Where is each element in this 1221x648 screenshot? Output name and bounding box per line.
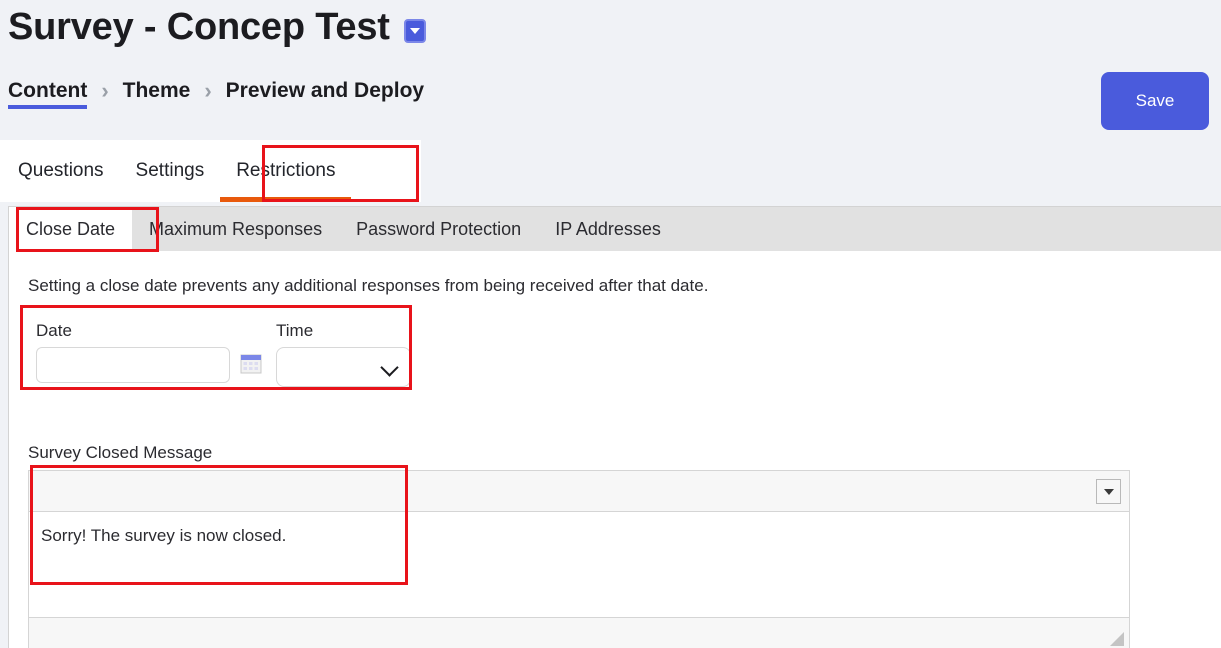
time-select[interactable] <box>276 347 411 387</box>
caret-down-icon[interactable] <box>403 18 426 43</box>
date-time-group: Date Time <box>23 315 413 400</box>
restrictions-panel: Close Date Maximum Responses Password Pr… <box>8 206 1221 648</box>
app-root: Survey - Concep Test Content › Theme › P… <box>0 0 1221 648</box>
breadcrumb-item-theme[interactable]: Theme <box>123 79 191 109</box>
survey-closed-message-editor: Sorry! The survey is now closed. <box>28 470 1130 648</box>
save-button[interactable]: Save <box>1101 72 1209 130</box>
editor-content-area[interactable]: Sorry! The survey is now closed. <box>29 512 1129 617</box>
title-row: Survey - Concep Test <box>8 6 426 49</box>
close-date-description: Setting a close date prevents any additi… <box>28 276 709 295</box>
date-label: Date <box>36 321 72 340</box>
editor-toolbar <box>29 471 1129 512</box>
subtab-maximum-responses[interactable]: Maximum Responses <box>132 207 339 251</box>
breadcrumb-separator: › <box>101 78 109 103</box>
breadcrumb-item-content[interactable]: Content <box>8 79 88 109</box>
chevron-down-icon <box>380 358 399 377</box>
subtab-password-protection[interactable]: Password Protection <box>339 207 538 251</box>
restrictions-subtab-bar: Close Date Maximum Responses Password Pr… <box>9 207 1221 251</box>
primary-tab-bar: Questions Settings Restrictions <box>0 140 421 202</box>
editor-toolbar-caret-down-icon[interactable] <box>1096 479 1121 504</box>
time-label: Time <box>276 321 314 340</box>
breadcrumb-separator: › <box>204 78 212 103</box>
breadcrumb: Content › Theme › Preview and Deploy <box>8 78 424 110</box>
editor-status-bar <box>29 617 1129 648</box>
close-date-panel-body: Setting a close date prevents any additi… <box>9 251 1221 648</box>
resize-grip-icon[interactable] <box>1110 632 1124 646</box>
caret-down-glyph <box>1103 488 1114 495</box>
tab-restrictions[interactable]: Restrictions <box>220 140 352 202</box>
calendar-icon[interactable] <box>240 353 262 375</box>
caret-down-glyph <box>409 27 420 34</box>
tab-settings[interactable]: Settings <box>120 140 221 202</box>
subtab-ip-addresses[interactable]: IP Addresses <box>538 207 678 251</box>
page-header: Survey - Concep Test Content › Theme › P… <box>0 0 1221 140</box>
tab-questions[interactable]: Questions <box>0 140 120 202</box>
breadcrumb-item-preview-and-deploy[interactable]: Preview and Deploy <box>226 79 424 109</box>
date-input[interactable] <box>36 347 230 383</box>
subtab-close-date[interactable]: Close Date <box>9 207 133 251</box>
page-title: Survey - Concep Test <box>8 6 390 48</box>
survey-closed-message-label: Survey Closed Message <box>28 443 213 462</box>
